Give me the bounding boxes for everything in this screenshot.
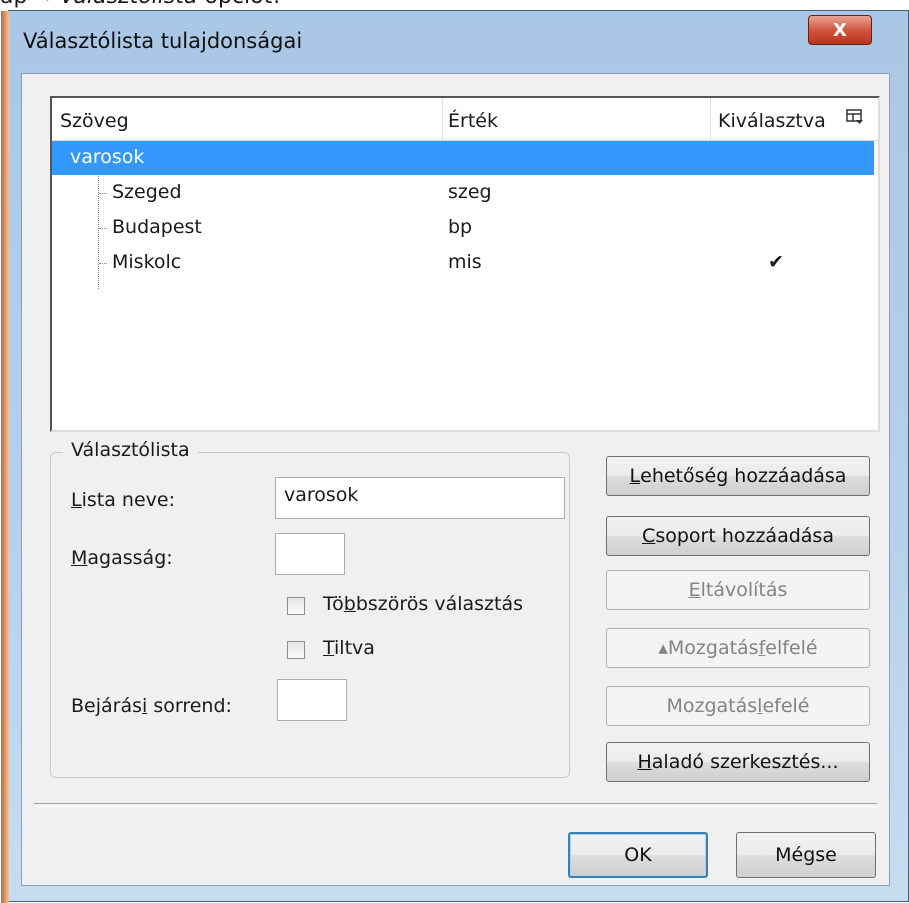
remove-button[interactable]: Eltávolítás: [606, 570, 870, 610]
multi-select-label: Többszörös választás: [323, 593, 523, 615]
close-icon: X: [833, 19, 847, 41]
list-item-value: bp: [448, 216, 473, 238]
column-separator: [442, 98, 443, 140]
tab-order-label: Bejárási sorrend:: [71, 695, 232, 717]
caption-arrow: →: [34, 0, 52, 9]
dialog-client-area: Szöveg Érték Kiválasztva varosok Szeged …: [21, 73, 890, 886]
tree-branch: [99, 228, 107, 229]
disabled-label: Tiltva: [323, 637, 375, 659]
list-group-row[interactable]: varosok: [52, 141, 874, 175]
list-item[interactable]: Miskolc mis ✔: [52, 246, 874, 280]
list-name-input[interactable]: varosok: [275, 477, 565, 519]
ok-button[interactable]: OK: [568, 832, 708, 878]
add-group-button[interactable]: Csoport hozzáadása: [606, 516, 870, 556]
window-title: Választólista tulajdonságai: [23, 29, 303, 53]
height-input[interactable]: [275, 533, 345, 575]
list-item-text: Miskolc: [112, 251, 182, 273]
list-item[interactable]: Budapest bp: [52, 211, 874, 245]
caption-italic: Választólista: [60, 0, 198, 9]
caption-suffix: opciót!: [205, 0, 282, 9]
disabled-checkbox[interactable]: [287, 641, 305, 659]
list-item-value: mis: [448, 251, 482, 273]
column-header-selected[interactable]: Kiválasztva: [718, 110, 826, 132]
group-label: varosok: [70, 146, 145, 168]
column-chooser-icon[interactable]: [846, 108, 864, 131]
list-header: Szöveg Érték Kiválasztva: [52, 98, 878, 141]
tree-branch: [99, 263, 107, 264]
tree-branch: [99, 193, 107, 194]
options-list[interactable]: Szöveg Érték Kiválasztva varosok Szeged …: [50, 96, 880, 432]
dialog-separator: [34, 803, 877, 807]
multi-select-checkbox[interactable]: [287, 597, 305, 615]
advanced-edit-button[interactable]: Haladó szerkesztés...: [606, 742, 870, 782]
height-label: Magasság:: [71, 547, 173, 569]
caption-snippet: ap → Választólista opciót!: [0, 0, 281, 9]
groupbox-legend: Választólista: [63, 439, 198, 461]
list-item-text: Budapest: [112, 216, 202, 238]
column-header-text[interactable]: Szöveg: [60, 110, 129, 132]
tab-order-input[interactable]: [277, 679, 347, 721]
list-name-label: Lista neve:: [71, 489, 175, 511]
caption-prefix: ap: [0, 0, 27, 9]
move-up-button[interactable]: ▴Mozgatás f elfelé: [606, 628, 870, 668]
listbox-groupbox: Választólista Lista neve: varosok Magass…: [50, 439, 570, 778]
add-option-button[interactable]: Lehetőség hozzáadása: [606, 456, 870, 496]
list-item[interactable]: Szeged szeg: [52, 176, 874, 210]
checkmark-icon: ✔: [768, 251, 784, 273]
dialog-window: Választólista tulajdonságai X Szöveg Ért…: [1, 10, 909, 903]
close-button[interactable]: X: [808, 15, 872, 45]
cancel-button[interactable]: Mégse: [736, 832, 876, 878]
title-bar[interactable]: Választólista tulajdonságai X: [9, 11, 908, 73]
column-separator: [710, 98, 711, 140]
window-shadow: [1, 11, 9, 903]
list-item-text: Szeged: [112, 181, 182, 203]
column-header-value[interactable]: Érték: [448, 110, 498, 132]
move-down-button[interactable]: Mozgatás l efelé: [606, 686, 870, 726]
list-item-value: szeg: [448, 181, 492, 203]
